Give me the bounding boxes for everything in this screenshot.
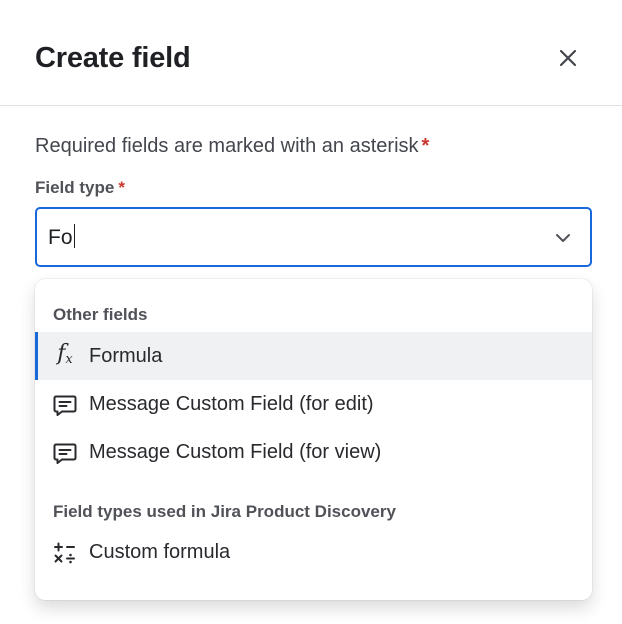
field-type-input[interactable]: Fo	[48, 224, 76, 251]
option-message-custom-field-edit[interactable]: Message Custom Field (for edit)	[35, 380, 592, 428]
option-formula[interactable]: fx Formula	[35, 332, 592, 380]
modal-header: Create field	[0, 0, 622, 106]
message-icon	[52, 440, 78, 466]
option-label: Message Custom Field (for view)	[89, 441, 382, 463]
option-custom-formula[interactable]: Custom formula	[35, 528, 592, 576]
text-caret	[73, 224, 76, 248]
message-icon	[52, 392, 78, 418]
chevron-down-icon[interactable]	[552, 227, 574, 249]
option-message-custom-field-view[interactable]: Message Custom Field (for view)	[35, 428, 592, 476]
field-type-required-asterisk: *	[118, 178, 125, 197]
close-icon	[559, 49, 577, 67]
field-type-dropdown-menu: Other fields fx Formula Message Custom F…	[35, 279, 592, 600]
close-button[interactable]	[552, 42, 584, 74]
group-heading-jira-product-discovery: Field types used in Jira Product Discove…	[53, 502, 396, 521]
required-note-text: Required fields are marked with an aster…	[35, 135, 419, 157]
field-type-select[interactable]: Fo	[35, 207, 592, 267]
option-label: Message Custom Field (for edit)	[89, 393, 374, 415]
group-heading-other-fields: Other fields	[53, 305, 148, 324]
field-type-label: Field type *	[35, 177, 125, 199]
required-fields-note: Required fields are marked with an aster…	[35, 133, 429, 159]
create-field-modal: Create field Required fields are marked …	[0, 0, 622, 624]
field-type-label-text: Field type	[35, 178, 115, 197]
calculator-icon	[52, 540, 78, 566]
field-type-input-text: Fo	[48, 226, 73, 249]
option-label: Custom formula	[89, 541, 231, 563]
required-asterisk: *	[421, 135, 430, 157]
formula-icon: fx	[57, 341, 73, 368]
modal-title: Create field	[35, 42, 191, 74]
option-label: Formula	[89, 345, 163, 367]
